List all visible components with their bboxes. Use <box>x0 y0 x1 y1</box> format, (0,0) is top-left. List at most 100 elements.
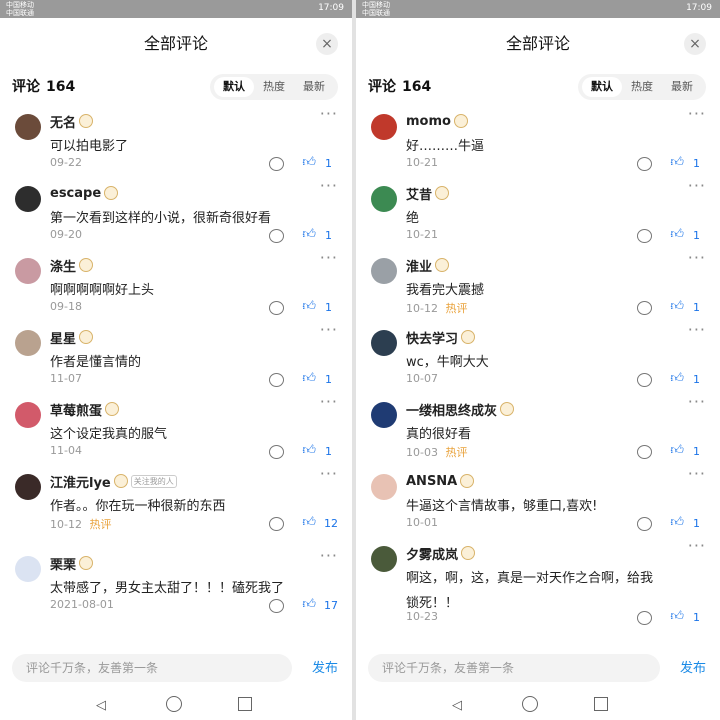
more-icon[interactable]: ··· <box>320 466 338 482</box>
username[interactable]: 夕雾成岚 <box>406 544 458 563</box>
reply-icon[interactable] <box>269 599 284 613</box>
tab-default[interactable]: 默认 <box>582 77 622 97</box>
level-badge-icon <box>79 556 94 570</box>
reply-icon[interactable] <box>269 301 284 315</box>
comment-input[interactable]: 评论千万条，友善第一条 <box>12 654 292 682</box>
avatar[interactable] <box>15 114 41 140</box>
tab-popular[interactable]: 热度 <box>622 77 662 97</box>
tab-latest[interactable]: 最新 <box>294 77 334 97</box>
reply-icon[interactable] <box>637 373 652 387</box>
avatar[interactable] <box>15 474 41 500</box>
avatar[interactable] <box>15 258 41 284</box>
like-icon[interactable]: 👍︎ <box>670 227 684 242</box>
reply-icon[interactable] <box>637 157 652 171</box>
avatar[interactable] <box>371 546 397 572</box>
like-icon[interactable]: 👍︎ <box>670 609 684 624</box>
back-icon[interactable]: ◁ <box>452 698 462 713</box>
avatar[interactable] <box>371 186 397 212</box>
reply-icon[interactable] <box>269 157 284 171</box>
publish-button[interactable]: 发布 <box>680 657 706 676</box>
more-icon[interactable]: ··· <box>688 178 706 194</box>
like-count: 1 <box>325 301 332 314</box>
username[interactable]: 栗栗 <box>50 554 76 573</box>
reply-icon[interactable] <box>269 373 284 387</box>
reply-icon[interactable] <box>269 229 284 243</box>
more-icon[interactable]: ··· <box>320 548 338 564</box>
like-icon[interactable]: 👍︎ <box>302 597 316 612</box>
more-icon[interactable]: ··· <box>688 250 706 266</box>
close-button[interactable]: × <box>684 33 706 55</box>
reply-icon[interactable] <box>637 445 652 459</box>
more-icon[interactable]: ··· <box>688 106 706 122</box>
avatar[interactable] <box>15 330 41 356</box>
more-icon[interactable]: ··· <box>320 106 338 122</box>
reply-icon[interactable] <box>269 517 284 531</box>
username[interactable]: 一缕相思终成灰 <box>406 400 497 419</box>
username[interactable]: 江淮元lye <box>50 472 111 491</box>
like-icon[interactable]: 👍︎ <box>302 371 316 386</box>
like-icon[interactable]: 👍︎ <box>302 155 316 170</box>
nav-bar: ◁ <box>0 690 352 720</box>
more-icon[interactable]: ··· <box>320 250 338 266</box>
level-badge-icon <box>79 330 94 344</box>
like-icon[interactable]: 👍︎ <box>302 299 316 314</box>
username[interactable]: 星星 <box>50 328 76 347</box>
reply-icon[interactable] <box>637 611 652 625</box>
username[interactable]: 快去学习 <box>406 328 458 347</box>
username[interactable]: 涤生 <box>50 256 76 275</box>
tab-popular[interactable]: 热度 <box>254 77 294 97</box>
more-icon[interactable]: ··· <box>688 466 706 482</box>
username[interactable]: 艾昔 <box>406 184 432 203</box>
page-title: 全部评论 <box>143 34 208 53</box>
recent-apps-icon[interactable] <box>594 697 608 711</box>
username[interactable]: 淮业 <box>406 256 432 275</box>
like-icon[interactable]: 👍︎ <box>302 443 316 458</box>
avatar[interactable] <box>371 114 397 140</box>
like-icon[interactable]: 👍︎ <box>670 443 684 458</box>
more-icon[interactable]: ··· <box>320 178 338 194</box>
like-icon[interactable]: 👍︎ <box>670 515 684 530</box>
username[interactable]: momo <box>406 114 451 129</box>
like-icon[interactable]: 👍︎ <box>670 371 684 386</box>
avatar[interactable] <box>371 258 397 284</box>
comment-date: 10-21 <box>406 156 438 169</box>
more-icon[interactable]: ··· <box>320 394 338 410</box>
more-icon[interactable]: ··· <box>688 394 706 410</box>
like-icon[interactable]: 👍︎ <box>302 515 316 530</box>
home-icon[interactable] <box>522 696 538 712</box>
avatar[interactable] <box>371 330 397 356</box>
more-icon[interactable]: ··· <box>688 322 706 338</box>
username[interactable]: 无名 <box>50 112 76 131</box>
sheet-header: 全部评论 × <box>356 26 720 62</box>
reply-icon[interactable] <box>269 445 284 459</box>
avatar[interactable] <box>371 402 397 428</box>
reply-icon[interactable] <box>637 301 652 315</box>
reply-icon[interactable] <box>637 229 652 243</box>
page-title: 全部评论 <box>505 34 570 53</box>
level-badge-icon <box>453 114 468 128</box>
like-icon[interactable]: 👍︎ <box>670 155 684 170</box>
back-icon[interactable]: ◁ <box>96 698 106 713</box>
more-icon[interactable]: ··· <box>320 322 338 338</box>
publish-button[interactable]: 发布 <box>312 657 338 676</box>
tab-default[interactable]: 默认 <box>214 77 254 97</box>
list-item: 涤生 啊啊啊啊啊好上头 ··· 09-18 👍︎ 1 <box>0 250 352 324</box>
reply-icon[interactable] <box>637 517 652 531</box>
avatar[interactable] <box>15 556 41 582</box>
home-icon[interactable] <box>166 696 182 712</box>
avatar[interactable] <box>15 402 41 428</box>
comment-date: 10-01 <box>406 516 438 529</box>
like-icon[interactable]: 👍︎ <box>302 227 316 242</box>
tab-latest[interactable]: 最新 <box>662 77 702 97</box>
username[interactable]: 草莓煎蛋 <box>50 400 102 419</box>
avatar[interactable] <box>371 474 397 500</box>
like-icon[interactable]: 👍︎ <box>670 299 684 314</box>
comment-input[interactable]: 评论千万条，友善第一条 <box>368 654 660 682</box>
username[interactable]: ANSNA <box>406 474 457 489</box>
more-icon[interactable]: ··· <box>688 538 706 554</box>
username[interactable]: escape <box>50 186 101 201</box>
list-item: 淮业 我看完大震撼 ··· 10-12 热评 👍︎ 1 <box>356 250 720 324</box>
recent-apps-icon[interactable] <box>238 697 252 711</box>
avatar[interactable] <box>15 186 41 212</box>
close-button[interactable]: × <box>316 33 338 55</box>
